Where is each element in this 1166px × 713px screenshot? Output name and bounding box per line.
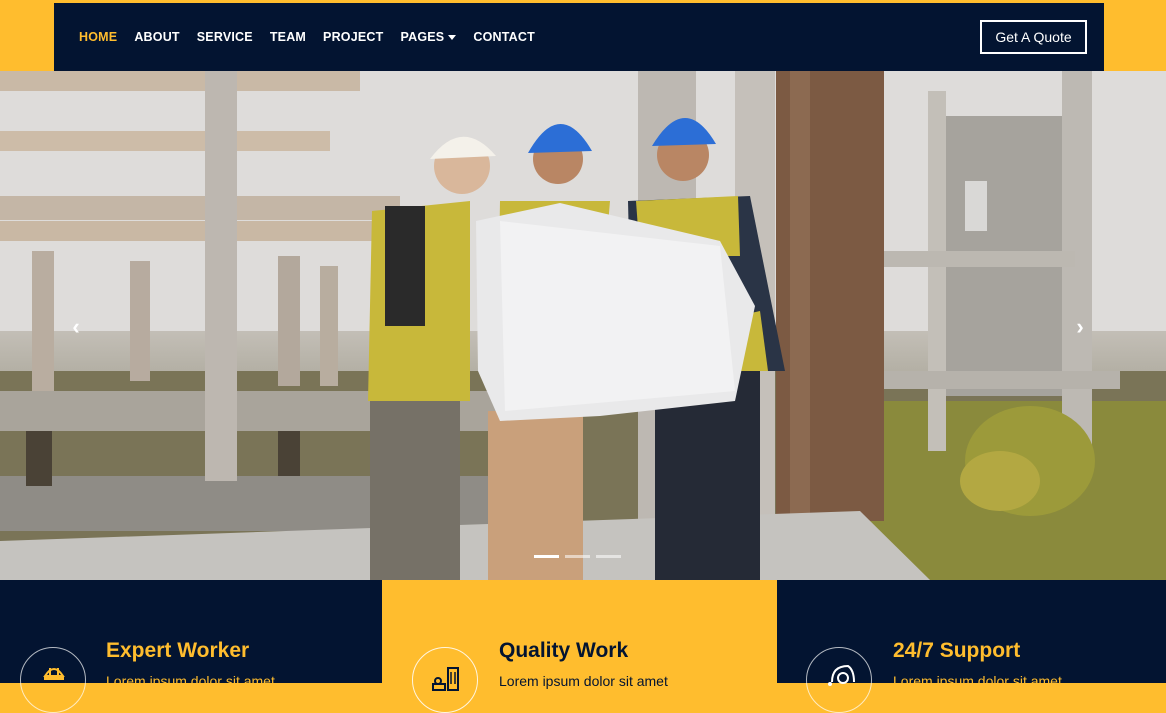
carousel-indicator[interactable] (565, 555, 590, 558)
carousel-prev-button[interactable]: ‹ (66, 314, 86, 339)
chevron-left-icon: ‹ (72, 314, 80, 339)
nav-contact[interactable]: CONTACT (473, 30, 535, 44)
nav-project[interactable]: PROJECT (323, 30, 383, 44)
feature-title: Quality Work (499, 639, 629, 662)
feature-text: Lorem ipsum dolor sit amet (893, 673, 1062, 689)
nav-service[interactable]: SERVICE (197, 30, 253, 44)
carousel-indicator[interactable] (534, 555, 559, 558)
feature-expert-worker: Expert Worker Lorem ipsum dolor sit amet (0, 580, 382, 713)
hero-image (0, 71, 1166, 580)
nav-pages-dropdown[interactable]: PAGES (401, 30, 457, 44)
feature-text: Lorem ipsum dolor sit amet (106, 673, 275, 689)
feature-24-7-support: 24/7 Support Lorem ipsum dolor sit amet (777, 580, 1166, 713)
feature-title: Expert Worker (106, 639, 250, 662)
hero-carousel: ‹ › (0, 71, 1166, 580)
nav-home[interactable]: HOME (79, 30, 117, 44)
nav-pages-label: PAGES (400, 30, 445, 44)
nav-team[interactable]: TEAM (270, 30, 306, 44)
get-a-quote-button[interactable]: Get A Quote (980, 20, 1087, 54)
worker-icon (20, 647, 86, 713)
features-strip: Expert Worker Lorem ipsum dolor sit amet… (0, 580, 1166, 713)
feature-quality-work: Quality Work Lorem ipsum dolor sit amet (382, 580, 777, 713)
nav-about[interactable]: ABOUT (134, 30, 179, 44)
feature-text: Lorem ipsum dolor sit amet (499, 673, 668, 689)
main-nav: HOME ABOUT SERVICE TEAM PROJECT PAGES CO… (79, 3, 535, 71)
carousel-next-button[interactable]: › (1070, 314, 1090, 339)
carousel-indicators (534, 555, 621, 558)
headset-icon (806, 647, 872, 713)
top-navbar: HOME ABOUT SERVICE TEAM PROJECT PAGES CO… (54, 3, 1104, 71)
caret-down-icon (448, 34, 457, 40)
chevron-right-icon: › (1076, 314, 1084, 339)
feature-title: 24/7 Support (893, 639, 1021, 662)
carousel-indicator[interactable] (596, 555, 621, 558)
building-icon (412, 647, 478, 713)
